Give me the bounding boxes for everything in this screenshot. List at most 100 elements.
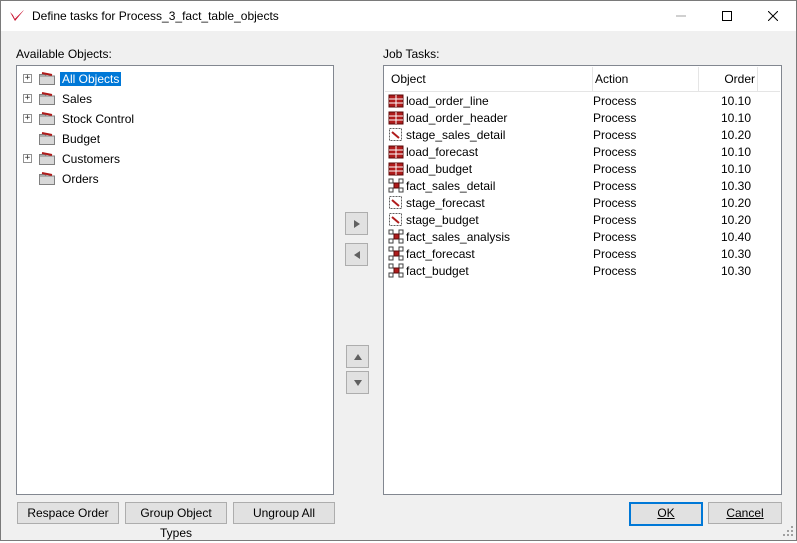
job-tasks-grid[interactable]: Object Action Order load_order_line Proce… bbox=[383, 65, 782, 495]
folder-icon bbox=[39, 92, 55, 105]
ok-button-label: OK bbox=[657, 506, 675, 520]
row-object: load_order_header bbox=[406, 111, 508, 125]
load-table-icon bbox=[388, 162, 404, 176]
table-row[interactable]: stage_forecast Process 10.20 bbox=[387, 194, 779, 211]
row-action: Process bbox=[593, 247, 637, 261]
row-object: stage_budget bbox=[406, 213, 479, 227]
cancel-button[interactable]: Cancel bbox=[708, 502, 782, 524]
row-order: 10.40 bbox=[721, 230, 752, 244]
table-row[interactable]: load_order_line Process 10.10 bbox=[387, 92, 779, 109]
table-row[interactable]: load_order_header Process 10.10 bbox=[387, 109, 779, 126]
tree-item-label: Stock Control bbox=[62, 112, 135, 126]
row-order: 10.10 bbox=[721, 145, 752, 159]
available-objects-label: Available Objects: bbox=[16, 47, 112, 61]
tree-item-label: Budget bbox=[62, 132, 101, 146]
tree-item[interactable]: + Customers bbox=[17, 149, 317, 169]
expand-icon[interactable]: + bbox=[23, 74, 32, 83]
row-order: 10.30 bbox=[721, 264, 752, 278]
fact-table-icon bbox=[388, 178, 404, 193]
tree-item[interactable]: + All Objects bbox=[17, 69, 317, 89]
group-object-types-button[interactable]: Group Object Types bbox=[125, 502, 227, 540]
table-row[interactable]: load_forecast Process 10.10 bbox=[387, 143, 779, 160]
column-header-object[interactable]: Object bbox=[385, 67, 593, 91]
maximize-button[interactable] bbox=[704, 1, 750, 31]
tree-item[interactable]: Orders bbox=[17, 169, 317, 189]
expand-icon[interactable]: + bbox=[23, 114, 32, 123]
tree-item[interactable]: + Stock Control bbox=[17, 109, 317, 129]
close-button[interactable] bbox=[750, 1, 796, 31]
expand-icon[interactable]: + bbox=[23, 94, 32, 103]
respace-order-button[interactable]: Respace Order bbox=[17, 502, 119, 524]
row-action: Process bbox=[593, 111, 637, 125]
load-table-icon bbox=[388, 145, 404, 159]
row-object: load_budget bbox=[406, 162, 473, 176]
dialog-window: Define tasks for Process_3_fact_table_ob… bbox=[0, 0, 797, 541]
remove-from-tasks-button[interactable] bbox=[345, 243, 368, 266]
row-action: Process bbox=[593, 196, 637, 210]
table-row[interactable]: fact_sales_analysis Process 10.40 bbox=[387, 228, 779, 245]
row-order: 10.10 bbox=[721, 162, 752, 176]
column-header-action[interactable]: Action bbox=[593, 67, 699, 91]
row-object: fact_sales_analysis bbox=[406, 230, 511, 244]
available-objects-tree[interactable]: + All Objects + Sales + Stock Control Budget + C… bbox=[16, 65, 334, 495]
table-row[interactable]: fact_sales_detail Process 10.30 bbox=[387, 177, 779, 194]
table-row[interactable]: stage_budget Process 10.20 bbox=[387, 211, 779, 228]
move-up-button[interactable] bbox=[346, 345, 369, 368]
load-table-icon bbox=[388, 94, 404, 108]
grid-header: Object Action Order bbox=[385, 67, 780, 92]
folder-icon bbox=[39, 72, 55, 85]
folder-icon bbox=[39, 172, 55, 185]
row-order: 10.20 bbox=[721, 128, 752, 142]
window-title: Define tasks for Process_3_fact_table_ob… bbox=[32, 9, 279, 23]
table-row[interactable]: stage_sales_detail Process 10.20 bbox=[387, 126, 779, 143]
folder-icon bbox=[39, 112, 55, 125]
move-down-button[interactable] bbox=[346, 371, 369, 394]
row-order: 10.30 bbox=[721, 179, 752, 193]
minimize-button[interactable] bbox=[658, 1, 704, 31]
fact-table-icon bbox=[388, 229, 404, 244]
arrow-right-icon bbox=[353, 219, 360, 228]
add-to-tasks-button[interactable] bbox=[345, 212, 368, 235]
row-object: load_order_line bbox=[406, 94, 489, 108]
tree-item[interactable]: + Sales bbox=[17, 89, 317, 109]
wherescape-logo-icon bbox=[10, 10, 24, 21]
tree-item-label: Sales bbox=[62, 92, 93, 106]
fact-table-icon bbox=[388, 263, 404, 278]
row-object: fact_budget bbox=[406, 264, 469, 278]
row-object: stage_sales_detail bbox=[406, 128, 506, 142]
tree-item-label: Orders bbox=[62, 172, 99, 186]
row-action: Process bbox=[593, 179, 637, 193]
tree-item-label: All Objects bbox=[60, 72, 122, 86]
tree-item[interactable]: Budget bbox=[17, 129, 317, 149]
row-object: fact_sales_detail bbox=[406, 179, 496, 193]
arrow-down-icon bbox=[353, 379, 362, 386]
minimize-icon bbox=[676, 15, 686, 17]
row-action: Process bbox=[593, 128, 637, 142]
table-row[interactable]: fact_budget Process 10.30 bbox=[387, 262, 779, 279]
stage-table-icon bbox=[389, 213, 402, 226]
row-order: 10.30 bbox=[721, 247, 752, 261]
cancel-button-label: Cancel bbox=[726, 506, 764, 520]
row-order: 10.20 bbox=[721, 196, 752, 210]
load-table-icon bbox=[388, 111, 404, 125]
expand-icon[interactable]: + bbox=[23, 154, 32, 163]
row-action: Process bbox=[593, 264, 637, 278]
fact-table-icon bbox=[388, 246, 404, 261]
table-row[interactable]: load_budget Process 10.10 bbox=[387, 160, 779, 177]
row-order: 10.10 bbox=[721, 111, 752, 125]
resize-grip-icon[interactable] bbox=[782, 525, 794, 537]
row-order: 10.10 bbox=[721, 94, 752, 108]
close-icon bbox=[768, 11, 778, 21]
maximize-icon bbox=[722, 11, 732, 21]
table-row[interactable]: fact_forecast Process 10.30 bbox=[387, 245, 779, 262]
row-object: load_forecast bbox=[406, 145, 479, 159]
arrow-left-icon bbox=[353, 250, 360, 259]
row-object: fact_forecast bbox=[406, 247, 475, 261]
column-header-order[interactable]: Order bbox=[699, 67, 758, 91]
ungroup-all-button[interactable]: Ungroup All bbox=[233, 502, 335, 524]
row-action: Process bbox=[593, 145, 637, 159]
stage-table-icon bbox=[389, 196, 402, 209]
ok-button[interactable]: OK bbox=[629, 502, 703, 526]
row-action: Process bbox=[593, 213, 637, 227]
row-order: 10.20 bbox=[721, 213, 752, 227]
